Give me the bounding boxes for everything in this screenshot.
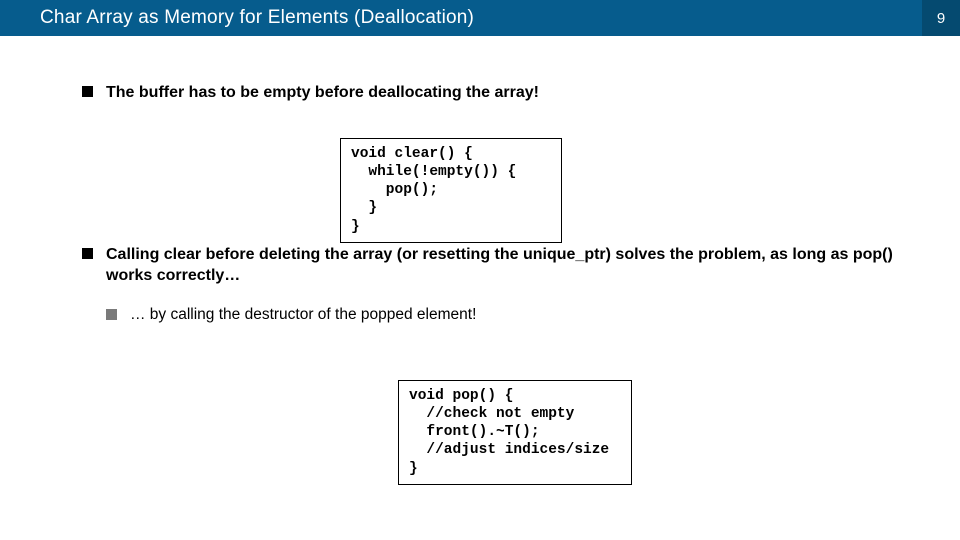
slide: Char Array as Memory for Elements (Deall… — [0, 0, 960, 540]
bullet-text: Calling clear before deleting the array … — [106, 246, 893, 285]
bullet-level-1: Calling clear before deleting the array … — [82, 244, 920, 287]
slide-title: Char Array as Memory for Elements (Deall… — [40, 7, 474, 29]
bullet-text: The buffer has to be empty before deallo… — [106, 84, 539, 101]
title-bar: Char Array as Memory for Elements (Deall… — [0, 0, 960, 36]
title-bar-left: Char Array as Memory for Elements (Deall… — [0, 0, 922, 36]
bullet-text: … by calling the destructor of the poppe… — [130, 306, 476, 323]
code-block-clear: void clear() { while(!empty()) { pop(); … — [340, 138, 562, 243]
code-block-pop: void pop() { //check not empty front().~… — [398, 380, 632, 485]
bullet-level-2: … by calling the destructor of the poppe… — [106, 305, 920, 326]
slide-number: 9 — [922, 0, 960, 36]
bullet-level-1: The buffer has to be empty before deallo… — [82, 82, 920, 104]
